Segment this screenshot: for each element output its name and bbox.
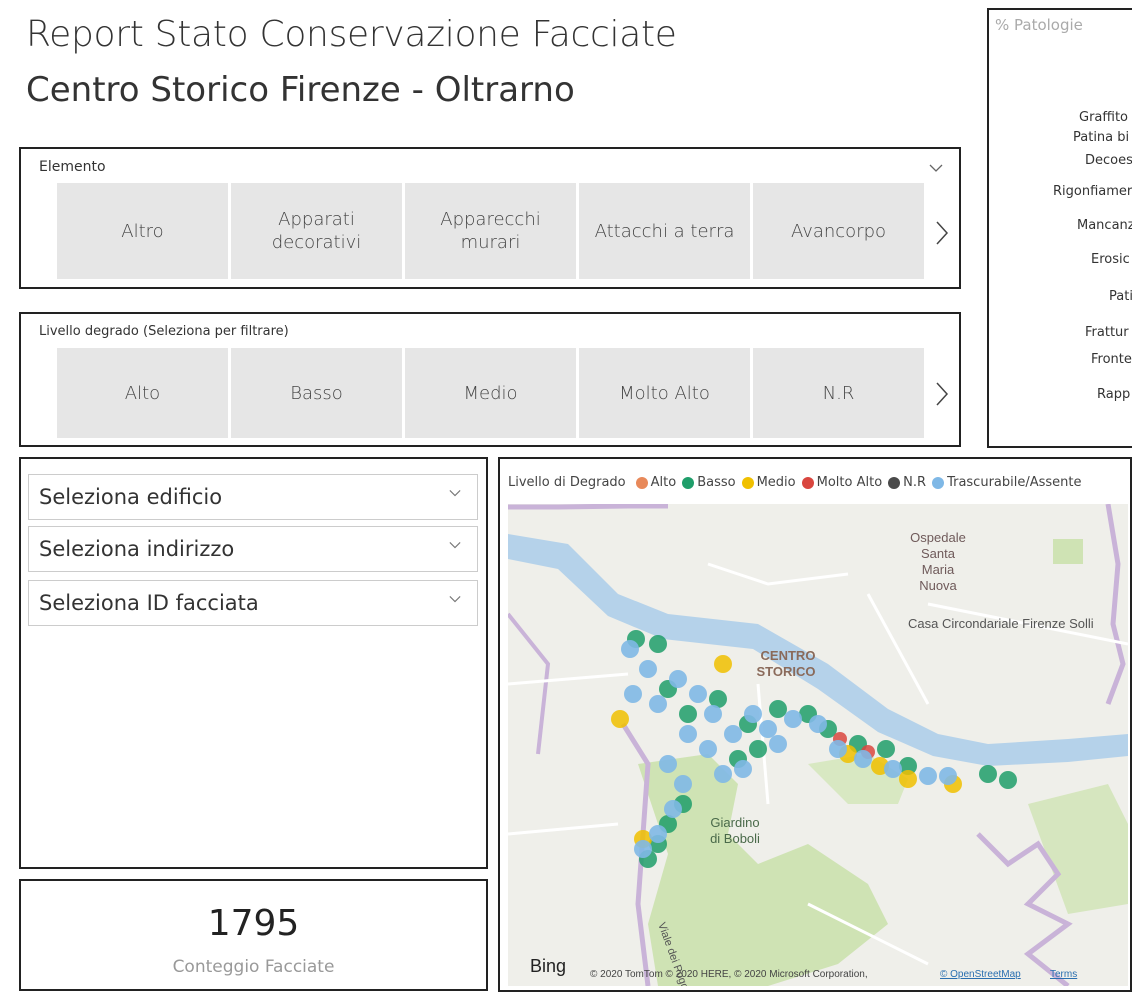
legend-label: N.R	[903, 475, 927, 490]
livello-degrado-slicer-label: Livello degrado (Seleziona per filtrare)	[39, 324, 289, 339]
chevron-down-icon	[449, 490, 461, 497]
tile-label: Altro	[121, 220, 164, 242]
map-label-ospedale: Ospedale	[910, 530, 966, 545]
bing-logo: Bing	[530, 956, 566, 976]
edificio-dropdown[interactable]: Seleziona edificio	[28, 474, 478, 520]
elemento-slicer-label: Elemento	[39, 159, 106, 175]
legend-label: Medio	[756, 475, 796, 490]
patologia-label: Mancanz	[1077, 218, 1132, 233]
legend-label: Molto Alto	[816, 475, 883, 490]
dropdown-label: Seleziona ID facciata	[39, 591, 259, 615]
map-visual: Livello di Degrado Alto Basso Medio Molt…	[498, 457, 1132, 992]
chevron-right-icon[interactable]	[935, 221, 949, 245]
legend-dot	[932, 476, 945, 489]
legend-dot	[682, 476, 695, 489]
patologie-chart: % Patologie Graffito Patina bi Decoes Ri…	[987, 8, 1132, 448]
terms-link[interactable]: Terms	[1050, 969, 1077, 980]
legend-label: Trascurabile/Assente	[947, 475, 1082, 490]
chevron-down-icon	[449, 542, 461, 549]
tile-altro[interactable]: Altro	[57, 183, 228, 279]
map-canvas[interactable]: Ospedale Santa Maria Nuova Casa Circonda…	[508, 504, 1128, 986]
osm-link[interactable]: © OpenStreetMap	[940, 969, 1021, 980]
tile-label: Molto Alto	[619, 382, 710, 404]
tile-label: N.R	[822, 382, 855, 404]
patologia-label: Frattur	[1085, 325, 1129, 340]
filters-panel: Seleziona edificio Seleziona indirizzo S…	[19, 457, 488, 869]
tile-label: Apparecchi murari	[440, 209, 541, 253]
tile-attacchi-a-terra[interactable]: Attacchi a terra	[579, 183, 750, 279]
dropdown-label: Seleziona edificio	[39, 485, 223, 509]
tile-apparecchi-murari[interactable]: Apparecchi murari	[405, 183, 576, 279]
map-legend: Livello di Degrado Alto Basso Medio Molt…	[508, 475, 1088, 490]
map-label-centro: CENTRO	[761, 648, 816, 663]
map-copyright: © 2020 TomTom © 2020 HERE, © 2020 Micros…	[590, 969, 868, 980]
patologie-title: % Patologie	[995, 16, 1083, 34]
tile-alto[interactable]: Alto	[57, 348, 228, 438]
tile-medio[interactable]: Medio	[405, 348, 576, 438]
report-title: Report Stato Conservazione Facciate	[26, 14, 677, 55]
legend-label: Alto	[650, 475, 677, 490]
park-area	[1053, 539, 1083, 564]
tile-label: Basso	[290, 382, 343, 404]
map-label-giardino: di Boboli	[710, 831, 760, 846]
tile-label: Medio	[463, 382, 518, 404]
indirizzo-dropdown[interactable]: Seleziona indirizzo	[28, 526, 478, 572]
legend-item-medio[interactable]: Medio	[741, 475, 796, 490]
patologia-label: Fronte	[1091, 352, 1132, 367]
tile-label: Attacchi a terra	[594, 220, 735, 242]
livello-degrado-slicer: Livello degrado (Seleziona per filtrare)…	[19, 312, 961, 447]
report-subtitle: Centro Storico Firenze - Oltrarno	[26, 70, 575, 110]
tile-molto-alto[interactable]: Molto Alto	[579, 348, 750, 438]
map-label-ospedale: Maria	[922, 562, 955, 577]
map-label-ospedale: Santa	[921, 546, 956, 561]
tile-apparati-decorativi[interactable]: Apparati decorativi	[231, 183, 402, 279]
patologia-label: Rapp	[1097, 387, 1131, 402]
map-label-centro: STORICO	[757, 664, 816, 679]
legend-title: Livello di Degrado	[508, 475, 626, 490]
patologia-label: Decoes	[1085, 153, 1132, 168]
patologia-label: Patina bi	[1073, 130, 1130, 145]
legend-label: Basso	[697, 475, 736, 490]
tile-avancorpo[interactable]: Avancorpo	[753, 183, 924, 279]
tile-basso[interactable]: Basso	[231, 348, 402, 438]
patologia-label: Pati	[1109, 289, 1132, 304]
legend-item-trascurabile[interactable]: Trascurabile/Assente	[932, 475, 1082, 490]
legend-item-basso[interactable]: Basso	[682, 475, 736, 490]
tile-label: Avancorpo	[790, 220, 887, 242]
map-label-giardino: Giardino	[710, 815, 759, 830]
legend-dot	[635, 476, 648, 489]
card-value: 1795	[207, 903, 300, 944]
legend-dot	[888, 476, 901, 489]
dropdown-label: Seleziona indirizzo	[39, 537, 235, 561]
patologia-label: Erosic	[1091, 252, 1130, 267]
map-label-ospedale: Nuova	[919, 578, 957, 593]
conteggio-facciate-card: 1795 Conteggio Facciate	[19, 879, 488, 991]
chevron-right-icon[interactable]	[935, 382, 949, 406]
chevron-down-icon[interactable]	[929, 163, 943, 173]
id-facciata-dropdown[interactable]: Seleziona ID facciata	[28, 580, 478, 626]
patologia-label: Graffito	[1079, 110, 1129, 125]
card-label: Conteggio Facciate	[172, 957, 335, 977]
legend-dot	[801, 476, 814, 489]
elemento-slicer: Elemento Altro Apparati decorativi Appar…	[19, 147, 961, 289]
legend-item-molto-alto[interactable]: Molto Alto	[801, 475, 883, 490]
chevron-down-icon	[449, 596, 461, 603]
patologia-label: Rigonfiamer	[1053, 184, 1132, 199]
map-label-casa: Casa Circondariale Firenze Solli	[908, 616, 1094, 631]
legend-item-alto[interactable]: Alto	[635, 475, 677, 490]
tile-label: Apparati decorativi	[271, 209, 362, 253]
tile-nr[interactable]: N.R	[753, 348, 924, 438]
tile-label: Alto	[124, 382, 161, 404]
legend-item-nr[interactable]: N.R	[888, 475, 926, 490]
legend-dot	[741, 476, 754, 489]
